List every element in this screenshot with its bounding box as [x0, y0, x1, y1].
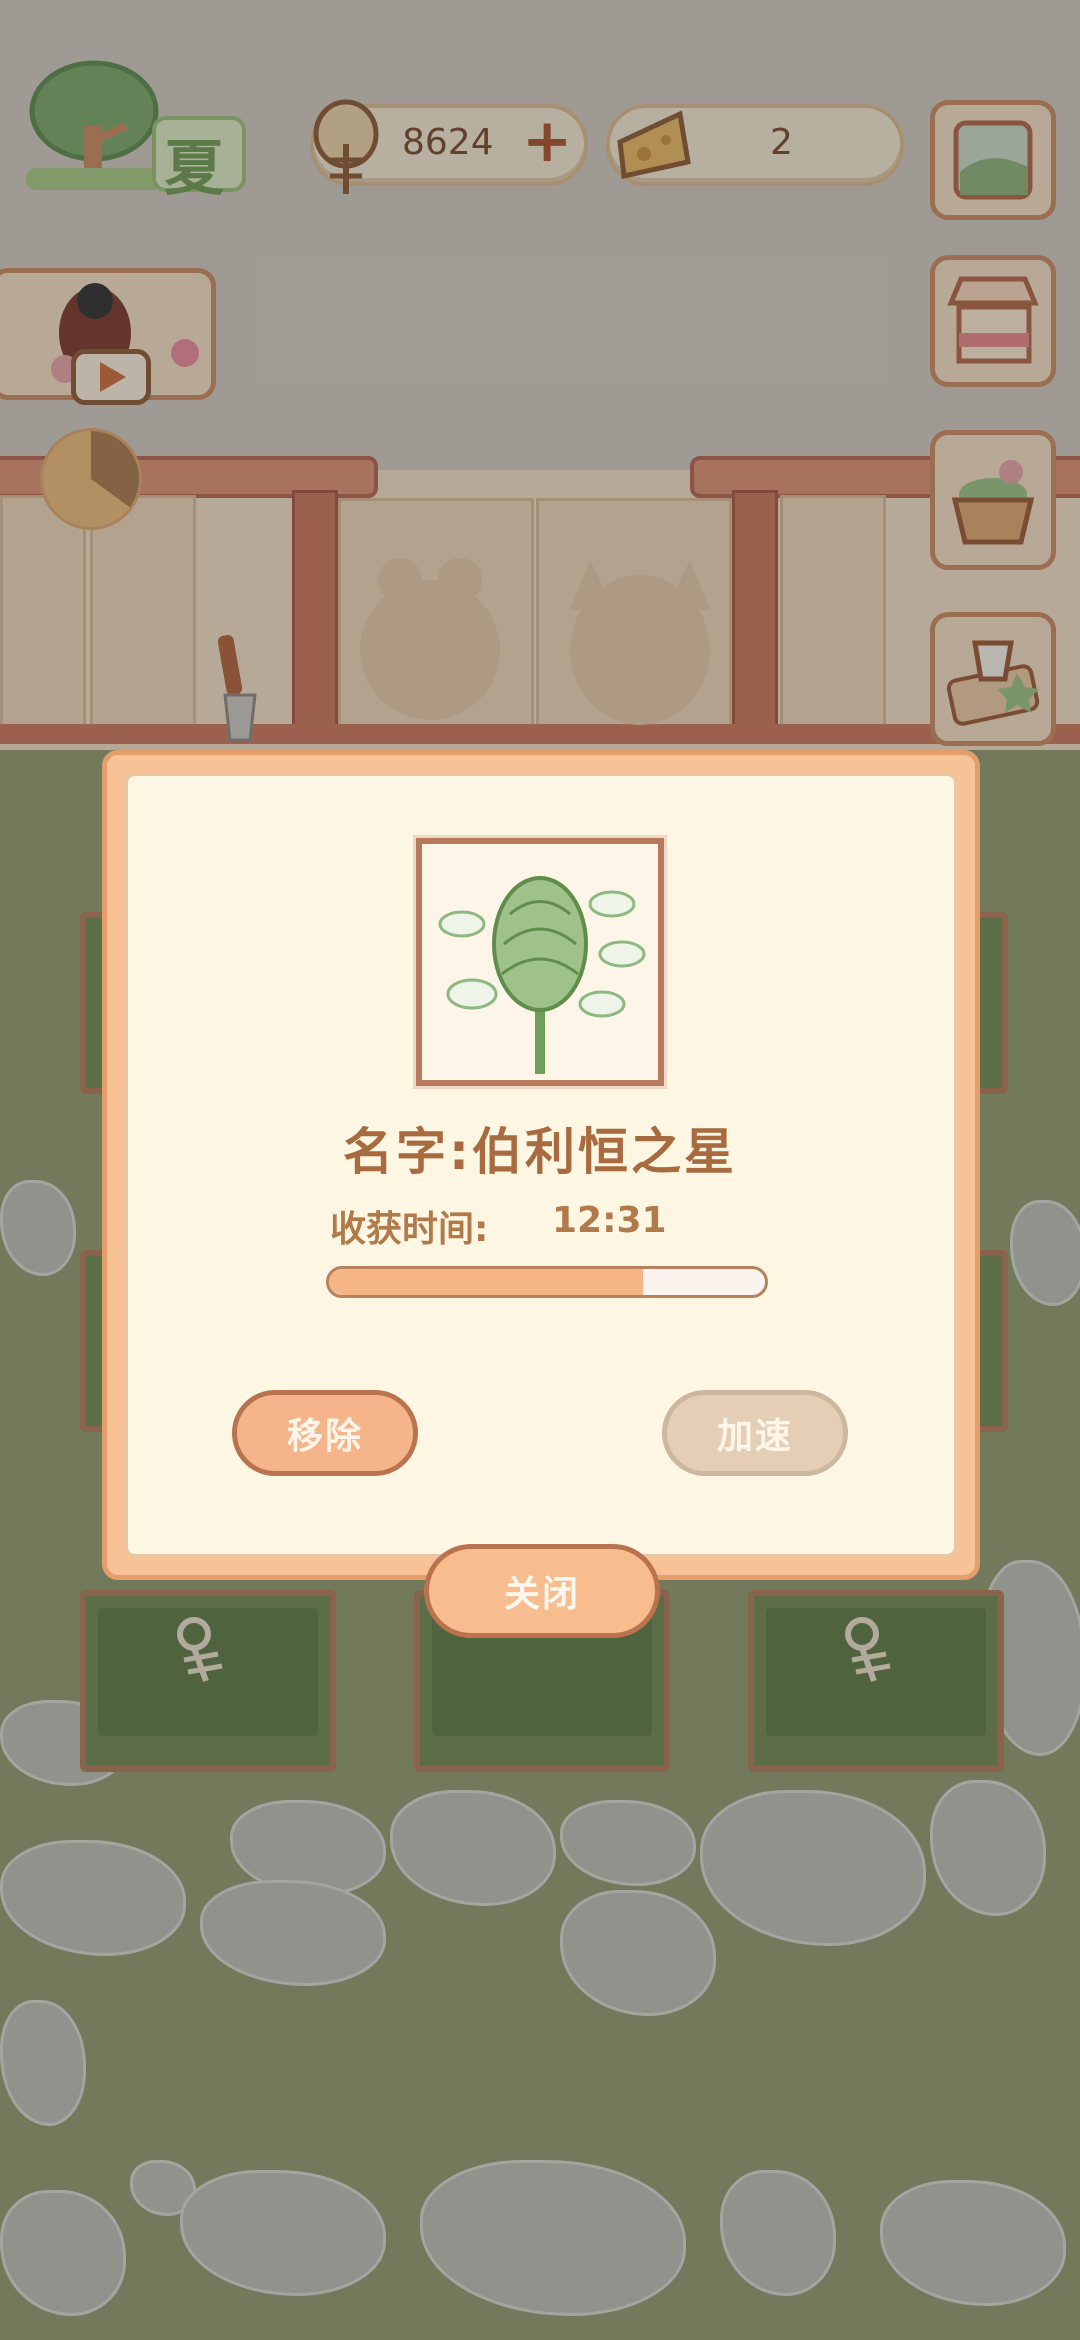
plant-image-frame	[413, 835, 667, 1089]
close-button[interactable]: 关闭	[424, 1544, 660, 1638]
growth-progress-fill	[329, 1269, 643, 1295]
star-of-bethlehem-icon	[438, 876, 646, 1074]
plant-name-title: 名字:伯利恒之星	[343, 1123, 737, 1181]
growth-progress-bar	[326, 1266, 768, 1298]
speed-up-button[interactable]: 加速	[662, 1390, 848, 1476]
remove-button[interactable]: 移除	[232, 1390, 418, 1476]
harvest-time-label: 收获时间:	[330, 1209, 489, 1250]
harvest-time-value: 12:31	[552, 1200, 667, 1241]
